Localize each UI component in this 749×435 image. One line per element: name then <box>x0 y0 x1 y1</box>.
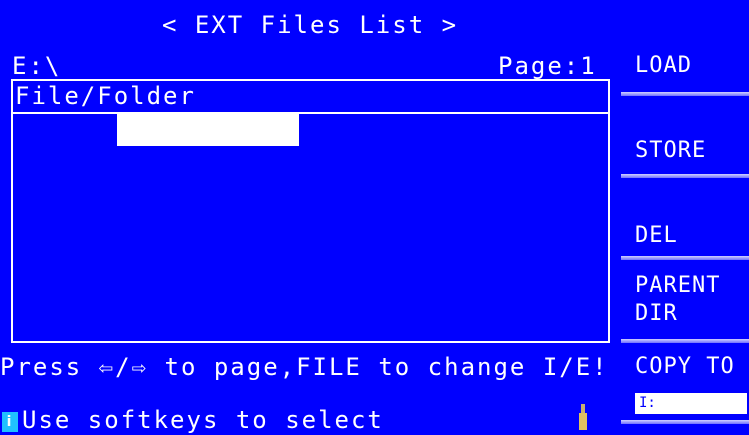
navigation-hint: Press ⇦/⇨ to page,FILE to change I/E! <box>0 353 609 381</box>
parent-dir-label-line2: DIR <box>635 301 678 326</box>
softkey-divider <box>621 92 749 96</box>
softkey-divider <box>621 339 749 343</box>
copy-target-field[interactable]: I: <box>635 393 747 414</box>
parent-dir-label-line1: PARENT <box>635 273 721 298</box>
parent-dir-softkey[interactable]: PARENT DIR <box>621 272 749 328</box>
file-list-panel: File/Folder <box>11 79 610 343</box>
softkey-panel: LOAD STORE DEL PARENT DIR COPY TO I: <box>621 0 749 430</box>
softkey-divider <box>621 420 749 424</box>
store-softkey[interactable]: STORE <box>621 137 749 165</box>
copy-to-softkey[interactable]: COPY TO <box>621 353 749 381</box>
selection-cursor[interactable] <box>117 114 299 146</box>
softkey-divider <box>621 174 749 178</box>
page-indicator: Page:1 <box>498 52 597 80</box>
window-title: < EXT Files List > <box>161 11 459 39</box>
usb-icon <box>579 404 587 430</box>
file-list-header: File/Folder <box>13 81 608 114</box>
current-drive: E:\ <box>12 52 62 80</box>
softkey-divider <box>621 256 749 260</box>
info-icon: i <box>2 412 18 432</box>
status-bar: i Use softkeys to select <box>0 405 612 434</box>
del-softkey[interactable]: DEL <box>621 222 749 250</box>
load-softkey[interactable]: LOAD <box>621 52 749 80</box>
